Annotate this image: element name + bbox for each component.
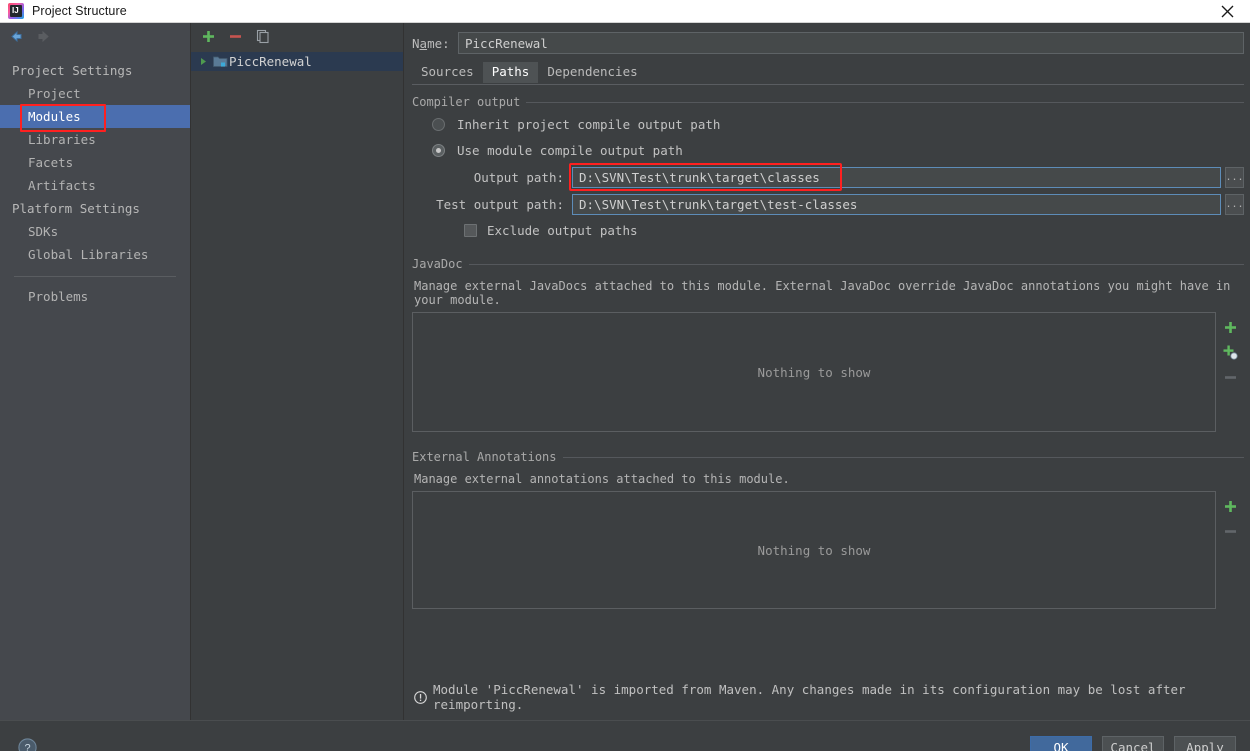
close-icon[interactable] bbox=[1205, 0, 1250, 23]
module-tree-item-piccrenewal[interactable]: PiccRenewal bbox=[191, 52, 403, 71]
module-name-input[interactable] bbox=[458, 32, 1244, 54]
help-question-icon[interactable]: ? bbox=[18, 738, 37, 751]
sidebar-item-facets[interactable]: Facets bbox=[0, 151, 190, 174]
sidebar-nav-toolbar bbox=[0, 23, 190, 49]
module-tab-bar: Sources Paths Dependencies bbox=[412, 62, 1244, 83]
external-annotations-group-title: External Annotations bbox=[412, 450, 557, 464]
dialog-body: Project Settings Project Modules Librari… bbox=[0, 23, 1250, 720]
use-module-output-path-row[interactable]: Use module compile output path bbox=[412, 137, 1244, 163]
compiler-output-group-title: Compiler output bbox=[412, 95, 521, 109]
javadoc-list-buttons bbox=[1216, 312, 1244, 432]
module-toolbar bbox=[191, 23, 403, 50]
cancel-button[interactable]: Cancel bbox=[1102, 735, 1164, 751]
settings-category-list: Project Settings Project Modules Librari… bbox=[0, 49, 190, 308]
window-titlebar: IJ Project Structure bbox=[0, 0, 1250, 23]
javadoc-list-wrap: Nothing to show bbox=[412, 312, 1244, 432]
module-status-message: Module 'PiccRenewal' is imported from Ma… bbox=[412, 675, 1244, 720]
use-module-output-path-label[interactable]: Use module compile output path bbox=[457, 143, 683, 158]
sidebar-item-sdks[interactable]: SDKs bbox=[0, 220, 190, 243]
output-path-browse-button[interactable]: ... bbox=[1225, 167, 1244, 188]
module-name-row: Name: bbox=[412, 31, 1244, 55]
external-annotations-group: External Annotations Manage external ann… bbox=[412, 448, 1244, 609]
sidebar-group-platform-settings: Platform Settings bbox=[12, 201, 140, 216]
settings-sidebar: Project Settings Project Modules Librari… bbox=[0, 23, 191, 720]
paths-tab-panel: Compiler output Inherit project compile … bbox=[412, 84, 1244, 720]
forward-arrow-icon bbox=[35, 28, 52, 45]
group-divider-line bbox=[526, 101, 1244, 103]
copy-module-button[interactable] bbox=[253, 28, 271, 46]
sidebar-item-problems[interactable]: Problems bbox=[0, 285, 190, 308]
svg-text:?: ? bbox=[24, 742, 30, 751]
dialog-footer: ? OK Cancel Apply bbox=[0, 720, 1250, 751]
output-path-label: Output path: bbox=[473, 170, 564, 185]
ok-button[interactable]: OK bbox=[1030, 735, 1092, 751]
test-output-path-input[interactable] bbox=[572, 194, 1221, 215]
external-annotations-list-wrap: Nothing to show bbox=[412, 491, 1244, 609]
javadoc-group-title: JavaDoc bbox=[412, 257, 463, 271]
intellij-idea-icon: IJ bbox=[8, 3, 24, 19]
module-tree: PiccRenewal bbox=[191, 50, 403, 71]
warning-info-icon bbox=[414, 690, 427, 704]
sidebar-item-project[interactable]: Project bbox=[0, 82, 190, 105]
sidebar-item-libraries[interactable]: Libraries bbox=[0, 128, 190, 151]
remove-javadoc-button bbox=[1221, 368, 1239, 386]
add-javadoc-url-button[interactable] bbox=[1221, 343, 1239, 361]
test-output-path-row: Test output path: ... bbox=[412, 192, 1244, 217]
javadoc-description: Manage external JavaDocs attached to thi… bbox=[414, 279, 1231, 307]
module-folder-icon bbox=[211, 55, 229, 68]
sidebar-group-project-settings: Project Settings bbox=[12, 63, 133, 78]
module-status-text: Module 'PiccRenewal' is imported from Ma… bbox=[433, 682, 1186, 712]
external-annotations-list-buttons bbox=[1216, 491, 1244, 609]
tab-dependencies[interactable]: Dependencies bbox=[538, 62, 646, 83]
window-title: Project Structure bbox=[32, 4, 127, 18]
group-divider-line bbox=[468, 263, 1244, 265]
output-path-input[interactable] bbox=[572, 167, 1221, 188]
exclude-output-paths-label[interactable]: Exclude output paths bbox=[487, 223, 638, 238]
sidebar-item-artifacts[interactable]: Artifacts bbox=[0, 174, 190, 197]
module-list-panel: PiccRenewal bbox=[191, 23, 404, 720]
test-output-path-browse-button[interactable]: ... bbox=[1225, 194, 1244, 215]
sidebar-divider bbox=[14, 276, 176, 277]
tab-sources[interactable]: Sources bbox=[412, 62, 483, 83]
back-arrow-icon[interactable] bbox=[8, 28, 25, 45]
add-module-button[interactable] bbox=[199, 28, 217, 46]
group-divider-line bbox=[562, 456, 1244, 458]
test-output-path-label: Test output path: bbox=[436, 197, 564, 212]
module-name-label: Name: bbox=[412, 35, 450, 51]
javadoc-list[interactable]: Nothing to show bbox=[412, 312, 1216, 432]
module-editor-panel: Name: Sources Paths Dependencies Compile… bbox=[404, 23, 1250, 720]
inherit-output-path-radio[interactable] bbox=[432, 117, 445, 131]
add-javadoc-path-button[interactable] bbox=[1221, 318, 1239, 336]
sidebar-item-modules[interactable]: Modules bbox=[0, 104, 190, 132]
output-path-row: Output path: ... bbox=[412, 163, 1244, 191]
use-module-output-path-radio[interactable] bbox=[432, 143, 445, 157]
inherit-output-path-label[interactable]: Inherit project compile output path bbox=[457, 117, 720, 132]
javadoc-group: JavaDoc Manage external JavaDocs attache… bbox=[412, 255, 1244, 432]
apply-button[interactable]: Apply bbox=[1174, 735, 1236, 751]
tab-paths[interactable]: Paths bbox=[482, 62, 539, 83]
sidebar-item-global-libraries[interactable]: Global Libraries bbox=[0, 243, 190, 266]
exclude-output-paths-row[interactable]: Exclude output paths bbox=[412, 217, 1244, 243]
remove-module-button[interactable] bbox=[226, 28, 244, 46]
exclude-output-paths-checkbox[interactable] bbox=[464, 223, 477, 237]
module-tree-item-label: PiccRenewal bbox=[229, 54, 312, 69]
remove-annotation-button bbox=[1221, 522, 1239, 540]
compiler-output-group: Compiler output Inherit project compile … bbox=[412, 93, 1244, 243]
inherit-output-path-row[interactable]: Inherit project compile output path bbox=[412, 111, 1244, 137]
expand-arrow-icon[interactable] bbox=[195, 57, 211, 66]
add-annotation-button[interactable] bbox=[1221, 497, 1239, 515]
external-annotations-list[interactable]: Nothing to show bbox=[412, 491, 1216, 609]
external-annotations-description: Manage external annotations attached to … bbox=[414, 472, 790, 486]
